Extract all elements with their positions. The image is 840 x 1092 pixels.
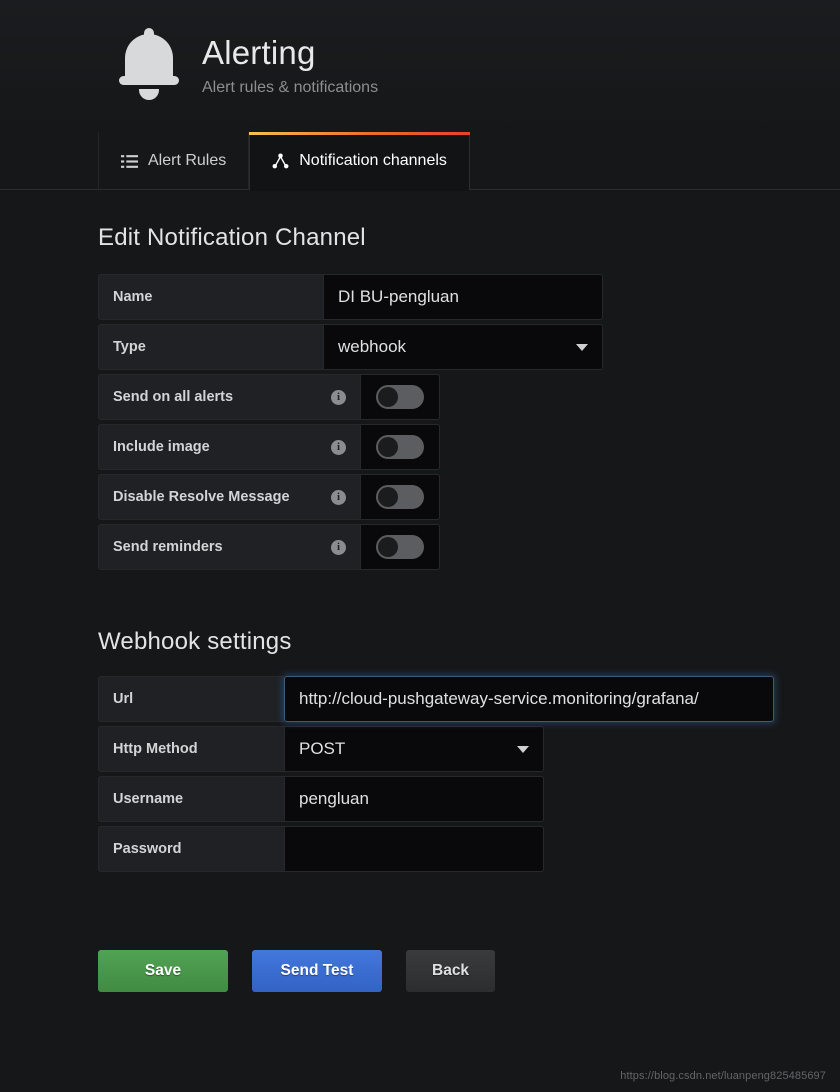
page-header: Alerting Alert rules & notifications [0, 0, 840, 132]
info-icon[interactable]: i [331, 490, 346, 505]
http-method-value: POST [299, 739, 345, 759]
back-button[interactable]: Back [406, 950, 495, 992]
send-on-all-alerts-text: Send on all alerts [113, 389, 233, 405]
tab-bar: Alert Rules Notification channels [0, 132, 840, 190]
watermark: https://blog.csdn.net/luanpeng825485697 [620, 1070, 826, 1082]
switch-knob [378, 537, 398, 557]
send-on-all-alerts-label: Send on all alerts i [98, 374, 360, 420]
field-row-url: Url http://cloud-pushgateway-service.mon… [98, 676, 840, 722]
disable-resolve-message-text: Disable Resolve Message [113, 489, 290, 505]
field-row-name: Name DI BU-pengluan [98, 274, 840, 320]
page-title: Alerting [202, 34, 378, 72]
field-row-http-method: Http Method POST [98, 726, 840, 772]
edit-channel-heading: Edit Notification Channel [98, 224, 840, 252]
info-icon[interactable]: i [331, 440, 346, 455]
switch-knob [378, 487, 398, 507]
include-image-text: Include image [113, 439, 210, 455]
switch-knob [378, 387, 398, 407]
alerting-page: Alerting Alert rules & notifications Ale… [0, 0, 840, 1092]
send-reminders-toggle[interactable] [360, 524, 440, 570]
switch-track [376, 535, 424, 559]
info-icon[interactable]: i [331, 390, 346, 405]
content-area: Edit Notification Channel Name DI BU-pen… [0, 190, 840, 992]
username-label: Username [98, 776, 284, 822]
send-on-all-alerts-toggle[interactable] [360, 374, 440, 420]
field-row-type: Type webhook [98, 324, 840, 370]
field-row-send-on-all-alerts: Send on all alerts i [98, 374, 840, 420]
type-select[interactable]: webhook [323, 324, 603, 370]
switch-track [376, 385, 424, 409]
url-input[interactable]: http://cloud-pushgateway-service.monitor… [284, 676, 774, 722]
field-row-password: Password [98, 826, 840, 872]
name-input[interactable]: DI BU-pengluan [323, 274, 603, 320]
chevron-down-icon [517, 746, 529, 753]
field-row-include-image: Include image i [98, 424, 840, 470]
password-input[interactable] [284, 826, 544, 872]
save-button[interactable]: Save [98, 950, 228, 992]
field-row-disable-resolve-message: Disable Resolve Message i [98, 474, 840, 520]
disable-resolve-message-toggle[interactable] [360, 474, 440, 520]
webhook-settings-heading: Webhook settings [98, 628, 840, 656]
switch-track [376, 485, 424, 509]
bell-icon [118, 28, 180, 104]
switch-track [376, 435, 424, 459]
chevron-down-icon [576, 344, 588, 351]
page-subtitle: Alert rules & notifications [202, 78, 378, 98]
http-method-select[interactable]: POST [284, 726, 544, 772]
include-image-toggle[interactable] [360, 424, 440, 470]
send-test-button[interactable]: Send Test [252, 950, 382, 992]
send-reminders-label: Send reminders i [98, 524, 360, 570]
include-image-label: Include image i [98, 424, 360, 470]
tab-alert-rules-label: Alert Rules [148, 152, 226, 170]
header-text: Alerting Alert rules & notifications [202, 34, 378, 98]
field-row-send-reminders: Send reminders i [98, 524, 840, 570]
disable-resolve-message-label: Disable Resolve Message i [98, 474, 360, 520]
send-reminders-text: Send reminders [113, 539, 223, 555]
type-label: Type [98, 324, 323, 370]
username-input[interactable]: pengluan [284, 776, 544, 822]
switch-knob [378, 437, 398, 457]
info-icon[interactable]: i [331, 540, 346, 555]
http-method-label: Http Method [98, 726, 284, 772]
name-label: Name [98, 274, 323, 320]
url-label: Url [98, 676, 284, 722]
field-row-username: Username pengluan [98, 776, 840, 822]
action-buttons: Save Send Test Back [98, 950, 840, 992]
type-select-value: webhook [338, 337, 406, 357]
tab-notification-channels-label: Notification channels [299, 152, 447, 170]
bell-clapper [139, 89, 159, 100]
list-icon [121, 153, 138, 170]
bell-base [119, 76, 179, 85]
tab-alert-rules[interactable]: Alert Rules [98, 132, 249, 190]
share-nodes-icon [272, 153, 289, 170]
bell-body [125, 34, 173, 82]
password-label: Password [98, 826, 284, 872]
tab-notification-channels[interactable]: Notification channels [249, 132, 470, 190]
